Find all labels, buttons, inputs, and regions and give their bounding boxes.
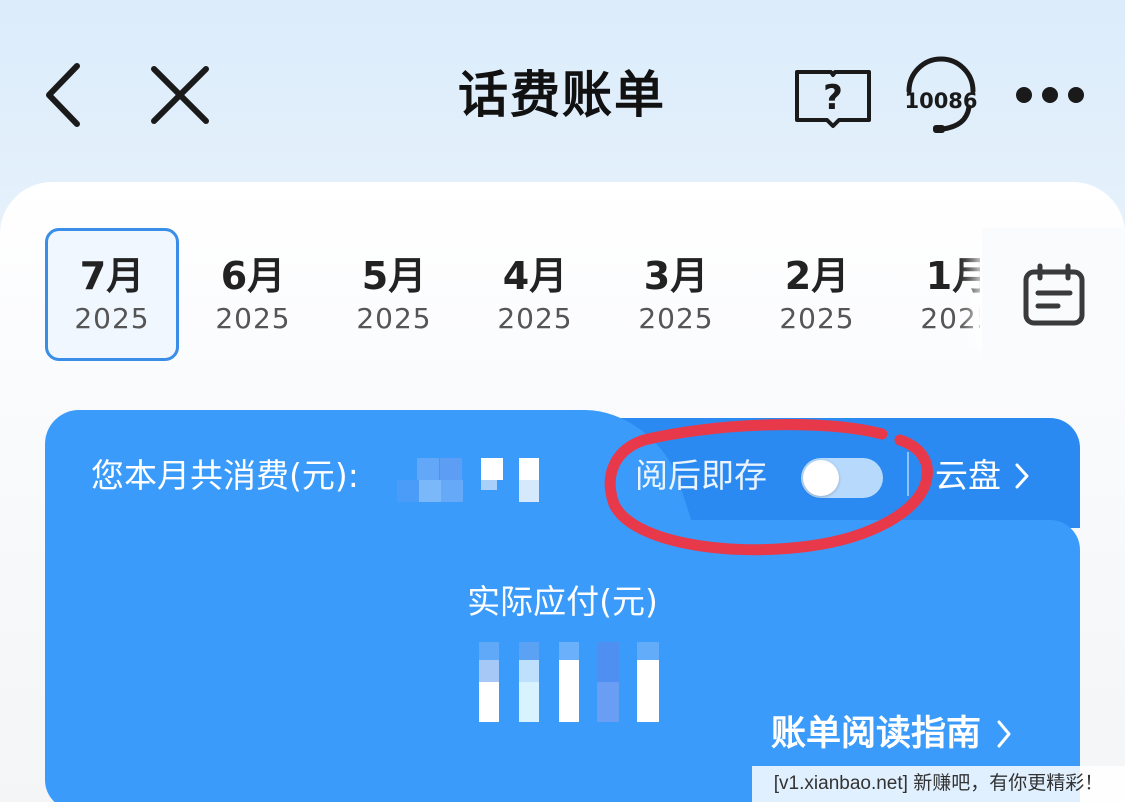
month-tab[interactable]: 7月 2025 [45,228,179,361]
toggle-knob [803,460,839,496]
month-tab[interactable]: 4月 2025 [468,228,602,361]
bill-summary-panel: 您本月共消费(元): 阅后即存 云盘 实际应付(元) 账单阅读指南 [45,410,1080,802]
divider [907,452,909,496]
read-save-label: 阅后即存 [635,456,767,495]
close-icon [151,66,209,124]
more-button[interactable] [1006,70,1094,120]
chevron-right-icon [997,720,1011,748]
back-button[interactable] [28,55,98,135]
calendar-button[interactable] [982,228,1125,361]
calendar-icon [1023,263,1084,325]
question-book-icon: ? [795,70,871,128]
month-tab[interactable]: 6月 2025 [186,228,320,361]
year-label: 2025 [638,302,714,335]
year-label: 2025 [497,302,573,335]
month-tab[interactable]: 1月 2025 [891,228,980,361]
month-label: 1月 [925,254,980,298]
month-label: 7月 [79,254,145,298]
year-label: 2025 [74,302,150,335]
bill-guide-link[interactable]: 账单阅读指南 [771,710,1011,758]
cloud-drive-link[interactable]: 云盘 [935,454,1029,498]
year-label: 2025 [779,302,855,335]
cloud-drive-label: 云盘 [935,456,1001,495]
month-tab[interactable]: 2月 2025 [750,228,884,361]
month-label: 3月 [643,254,709,298]
month-label: 5月 [361,254,427,298]
chevron-right-icon [1015,463,1029,489]
ellipsis-icon [1016,87,1084,103]
month-label: 6月 [220,254,286,298]
help-guide-button[interactable]: ? [788,58,878,138]
watermark-text: [v1.xianbao.net] 新赚吧，有你更精彩！ [752,766,1125,802]
page-title: 话费账单 [458,66,666,124]
year-label: 2025 [356,302,432,335]
close-button[interactable] [140,55,220,135]
header-bar: 话费账单 ? 10086 [0,0,1125,185]
service-number-text: 10086 [904,89,977,113]
actual-payable-label: 实际应付(元) [467,582,658,621]
svg-text:?: ? [823,78,843,118]
chevron-left-icon [46,63,80,127]
year-label: 2025 [215,302,291,335]
month-tab[interactable]: 3月 2025 [609,228,743,361]
month-label: 4月 [502,254,568,298]
read-save-toggle[interactable] [801,458,883,498]
customer-service-button[interactable]: 10086 [896,52,986,142]
month-label: 2月 [784,254,850,298]
headset-10086-icon: 10086 [904,56,978,133]
month-selector: 7月 2025 6月 2025 5月 2025 4月 2025 3月 2025 … [0,228,980,361]
total-spend-label: 您本月共消费(元): [91,456,359,495]
month-tab[interactable]: 5月 2025 [327,228,461,361]
bill-guide-label: 账单阅读指南 [771,714,982,754]
actual-payable-value-blurred [479,642,669,722]
year-label: 2025 [920,302,980,335]
